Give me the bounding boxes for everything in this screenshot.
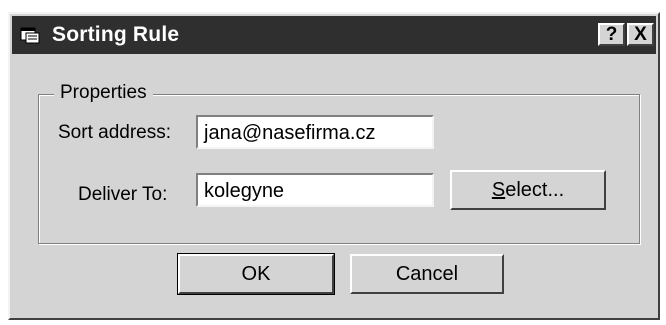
- window-icon: [20, 27, 40, 44]
- help-button[interactable]: ?: [598, 23, 625, 46]
- deliver-to-input[interactable]: kolegyne: [196, 173, 434, 207]
- window-title: Sorting Rule: [52, 23, 180, 46]
- ok-button[interactable]: OK: [177, 253, 335, 295]
- sort-address-label: Sort address:: [58, 122, 171, 143]
- sort-address-input[interactable]: jana@nasefirma.cz: [196, 115, 434, 149]
- sorting-rule-dialog: Sorting Rule ? X Properties Sort address…: [8, 12, 660, 320]
- close-button[interactable]: X: [627, 23, 654, 46]
- select-button-label: elect...: [505, 179, 565, 201]
- properties-legend: Properties: [54, 82, 153, 104]
- select-button-accel: S: [491, 179, 506, 201]
- deliver-to-label: Deliver To:: [78, 184, 168, 205]
- select-button[interactable]: Select...: [450, 170, 606, 210]
- title-bar[interactable]: Sorting Rule ? X: [12, 16, 656, 54]
- cancel-button[interactable]: Cancel: [350, 254, 504, 294]
